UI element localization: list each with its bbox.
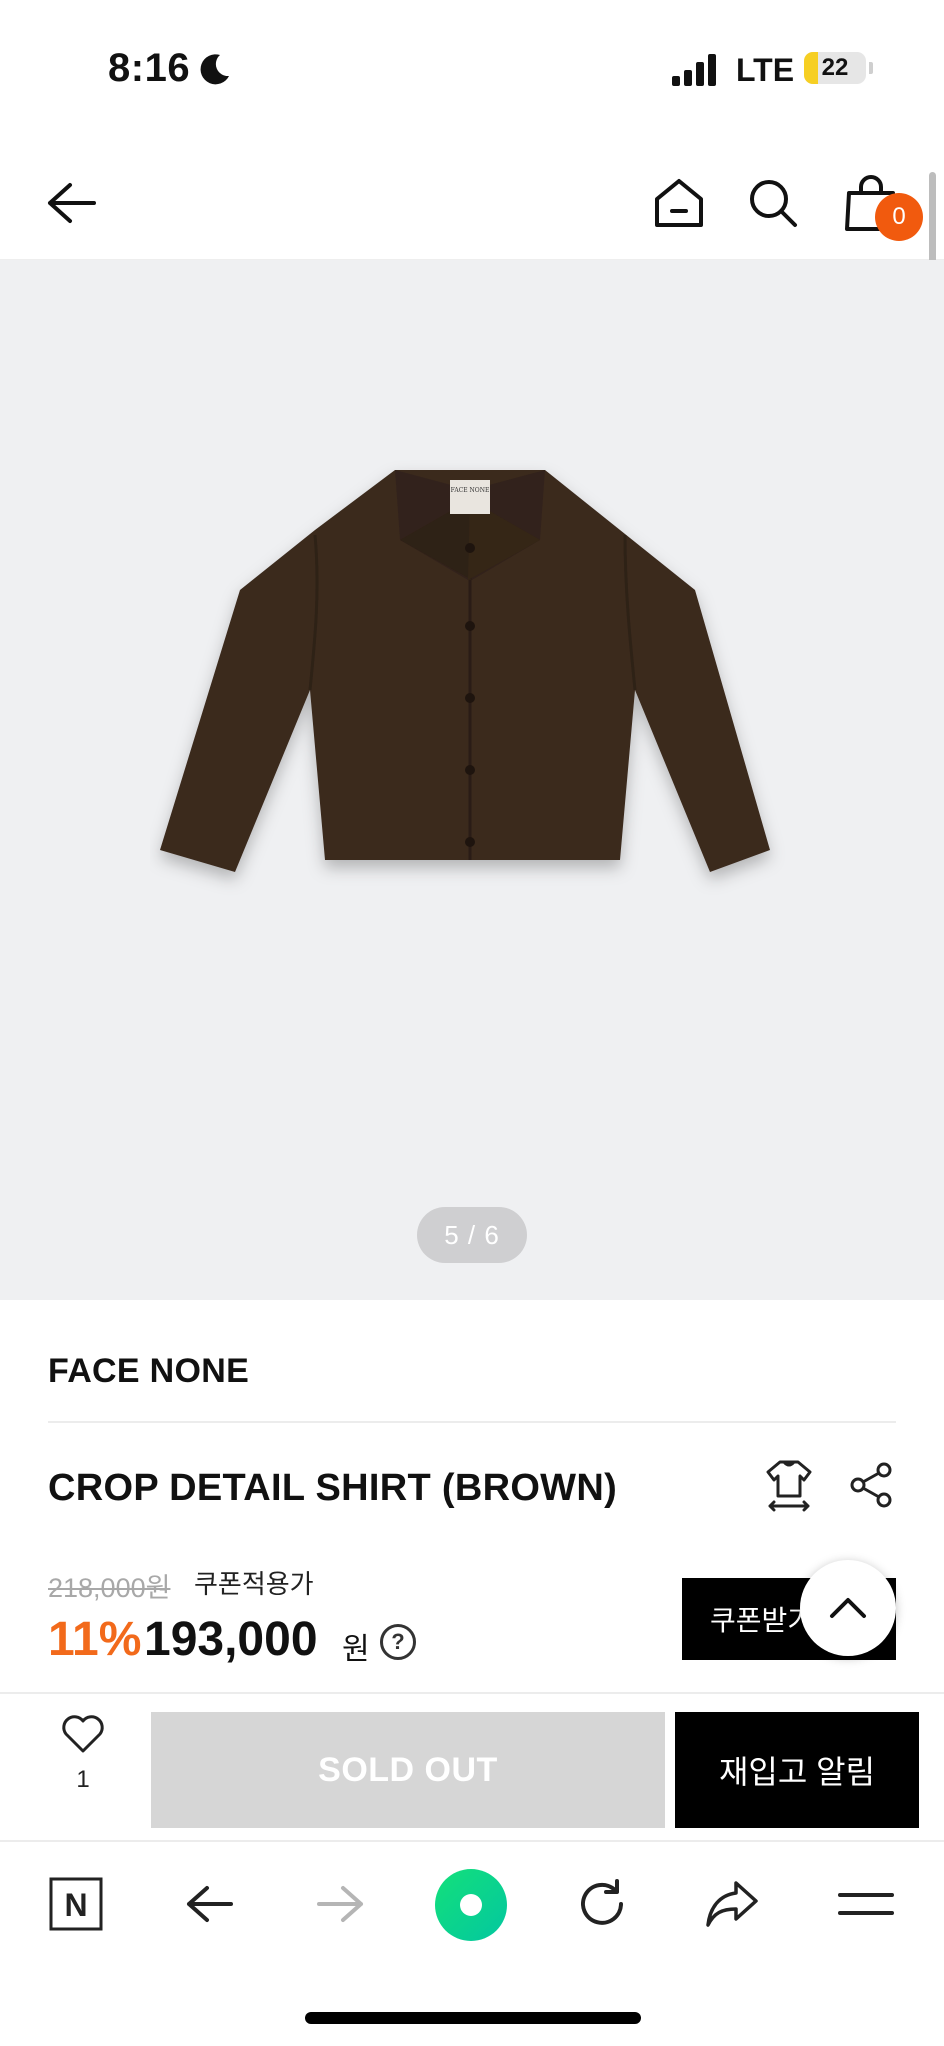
signal-icon	[672, 54, 716, 86]
purchase-bar: 1 SOLD OUT 재입고 알림	[0, 1692, 944, 1842]
arrow-right-icon	[317, 1886, 363, 1922]
sale-price: 193,000	[144, 1613, 318, 1666]
status-bar: 8:16 LTE 22	[0, 0, 944, 140]
green-dot-icon	[435, 1869, 507, 1941]
browser-forward-button[interactable]	[308, 1872, 372, 1936]
restock-alert-button[interactable]: 재입고 알림	[675, 1712, 919, 1828]
currency-unit: 원	[342, 1633, 370, 1666]
menu-icon	[838, 1893, 894, 1915]
reload-button[interactable]	[570, 1872, 634, 1936]
battery-nub	[869, 62, 873, 74]
battery-level: 22	[821, 54, 849, 81]
heart-icon	[62, 1715, 104, 1753]
share-icon[interactable]	[848, 1462, 894, 1508]
image-pager: 5 / 6	[417, 1207, 527, 1263]
moon-icon	[200, 54, 229, 85]
arrow-left-icon	[48, 183, 96, 223]
home-indicator[interactable]	[305, 2012, 641, 2024]
battery-icon: 22	[804, 52, 866, 84]
top-nav	[0, 140, 944, 260]
scroll-to-top-button[interactable]	[800, 1560, 896, 1656]
naver-home-button[interactable]: N	[44, 1872, 108, 1936]
brand-name[interactable]: FACE NONE	[48, 1352, 249, 1391]
cart-count-badge: 0	[875, 193, 923, 241]
naver-green-dot-button[interactable]	[434, 1868, 508, 1942]
discount-rate: 11%	[48, 1613, 142, 1666]
home-button[interactable]	[646, 170, 712, 236]
original-price: 218,000원	[48, 1573, 171, 1603]
naver-n-icon: N	[49, 1877, 103, 1931]
search-icon	[750, 180, 797, 227]
network-type: LTE	[736, 52, 795, 88]
chevron-up-icon	[830, 1598, 866, 1618]
price-help-icon[interactable]: ?	[380, 1624, 416, 1660]
like-button[interactable]: 1	[40, 1714, 126, 1824]
share-page-button[interactable]	[700, 1872, 764, 1936]
product-title: CROP DETAIL SHIRT (BROWN)	[48, 1467, 618, 1509]
browser-toolbar: N	[0, 1844, 944, 1964]
divider	[48, 1421, 896, 1423]
size-guide-icon[interactable]	[764, 1458, 814, 1512]
garment-label-text: FACE NONE	[451, 487, 490, 494]
browser-back-button[interactable]	[178, 1872, 242, 1936]
reload-icon	[581, 1879, 623, 1925]
home-icon	[655, 179, 703, 227]
sold-out-button: SOLD OUT	[151, 1712, 665, 1828]
menu-button[interactable]	[834, 1872, 898, 1936]
svg-text:N: N	[64, 1887, 87, 1923]
coupon-price-label: 쿠폰적용가	[194, 1569, 314, 1599]
share-arrow-icon	[706, 1881, 758, 1927]
like-count: 1	[76, 1766, 90, 1793]
search-button[interactable]	[740, 170, 806, 236]
arrow-left-icon	[187, 1886, 233, 1922]
product-image: FACE NONE	[160, 470, 770, 872]
status-time: 8:16	[108, 46, 191, 90]
back-button[interactable]	[38, 170, 104, 236]
product-image-gallery[interactable]: FACE NONE 5 / 6	[0, 260, 944, 1300]
